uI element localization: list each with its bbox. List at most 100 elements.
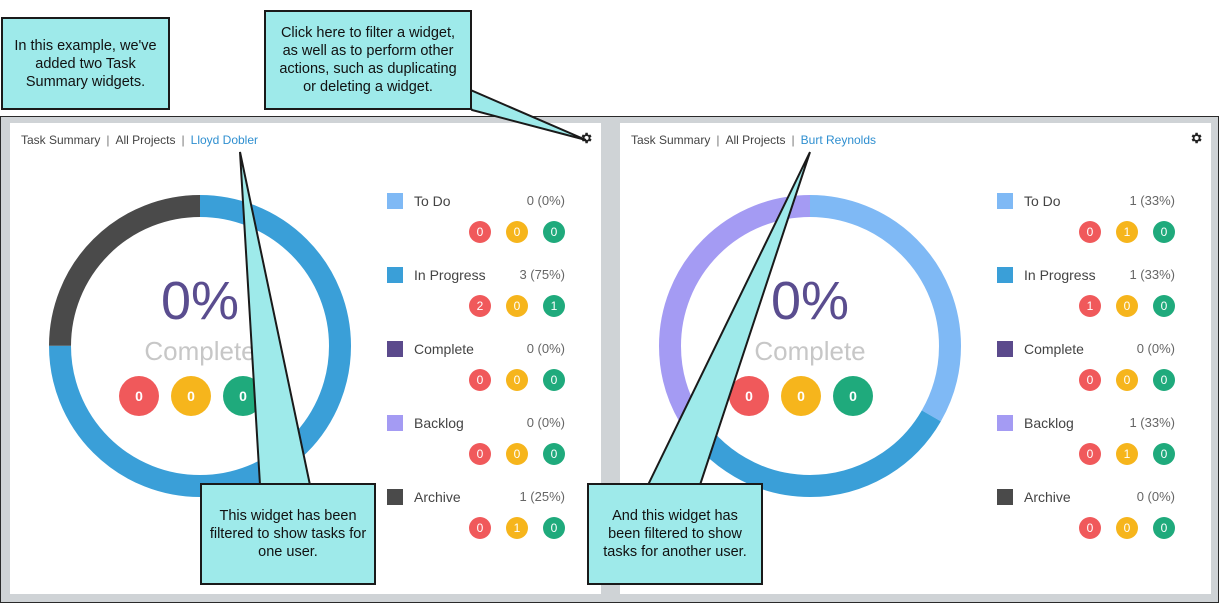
widget-title: Task Summary (21, 133, 101, 147)
gear-callout: Click here to filter a widget, as well a… (264, 10, 472, 110)
overdue-pill: 0 (1079, 369, 1101, 391)
overdue-pill: 0 (1079, 221, 1101, 243)
legend-row: Backlog 0 (0%) 0 0 0 (387, 413, 577, 487)
breadcrumb-separator: | (716, 133, 720, 147)
legend-status-breakdown: 100 (1064, 295, 1175, 317)
overdue-pill: 0 (469, 221, 491, 243)
legend-status-breakdown: 201 (454, 295, 565, 317)
on-track-pill: 0 (1153, 443, 1175, 465)
due-soon-count: 0 (781, 376, 821, 416)
due-soon-pill: 1 (506, 517, 528, 539)
on-track-pill: 0 (1153, 517, 1175, 539)
on-track-pill: 0 (1153, 221, 1175, 243)
legend-status-count: 1 (33%) (1129, 267, 1175, 282)
legend-row: In Progress 3 (75%) 2 0 1 (387, 265, 577, 339)
due-soon-pill: 1 (1116, 221, 1138, 243)
legend-status-breakdown: 000 (454, 443, 565, 465)
complete-percent: 0% (770, 271, 850, 331)
legend-status-name: In Progress (1024, 267, 1096, 283)
legend-row: To Do 1 (33%) 0 1 0 (997, 191, 1187, 265)
due-soon-pill: 0 (1116, 517, 1138, 539)
legend-swatch (387, 193, 403, 209)
breadcrumb-separator: | (791, 133, 795, 147)
legend-swatch (997, 267, 1013, 283)
widget2-callout: And this widget has been filtered to sho… (587, 483, 763, 585)
gear-icon[interactable] (1189, 131, 1203, 145)
legend-swatch (997, 489, 1013, 505)
complete-label: Complete (754, 336, 866, 366)
legend-row: Complete 0 (0%) 0 0 0 (997, 339, 1187, 413)
legend-row: Complete 0 (0%) 0 0 0 (387, 339, 577, 413)
legend-status-breakdown: 000 (1064, 517, 1175, 539)
legend-status-name: Archive (1024, 489, 1071, 505)
on-track-pill: 0 (1153, 369, 1175, 391)
legend-status-breakdown: 010 (1064, 443, 1175, 465)
widget-scope: All Projects (725, 133, 786, 147)
on-track-pill: 0 (543, 517, 565, 539)
complete-percent: 0% (160, 271, 240, 331)
legend-swatch (997, 193, 1013, 209)
intro-callout: In this example, we've added two Task Su… (1, 17, 170, 110)
legend-row: Archive 1 (25%) 0 1 0 (387, 487, 577, 561)
due-soon-count: 0 (171, 376, 211, 416)
legend-status-count: 0 (0%) (526, 341, 565, 356)
due-soon-pill: 1 (1116, 443, 1138, 465)
widget-breadcrumb: Task Summary | All Projects | Lloyd Dobler (21, 133, 258, 147)
legend-row: Backlog 1 (33%) 0 1 0 (997, 413, 1187, 487)
legend-row: To Do 0 (0%) 0 0 0 (387, 191, 577, 265)
legend-status-name: Backlog (414, 415, 464, 431)
legend-status-count: 1 (25%) (519, 489, 565, 504)
legend-swatch (387, 341, 403, 357)
legend-status-breakdown: 010 (1064, 221, 1175, 243)
legend-status-count: 1 (33%) (1129, 193, 1175, 208)
legend-status-name: Backlog (1024, 415, 1074, 431)
widget-user-filter[interactable]: Lloyd Dobler (191, 133, 258, 147)
overdue-pill: 0 (469, 443, 491, 465)
widget-scope: All Projects (115, 133, 176, 147)
legend-swatch (387, 267, 403, 283)
legend-status-name: In Progress (414, 267, 486, 283)
complete-label: Complete (144, 336, 256, 366)
on-track-pill: 0 (543, 221, 565, 243)
status-legend: To Do 0 (0%) 0 0 0 In Progress 3 (75%) 2 0 1 Compl… (387, 191, 577, 561)
legend-status-breakdown: 000 (454, 221, 565, 243)
overdue-count: 0 (729, 376, 769, 416)
on-track-count: 0 (223, 376, 263, 416)
legend-swatch (387, 489, 403, 505)
legend-status-count: 0 (0%) (526, 193, 565, 208)
legend-status-count: 0 (0%) (1136, 489, 1175, 504)
due-soon-pill: 0 (1116, 295, 1138, 317)
widget1-callout: This widget has been filtered to show ta… (200, 483, 376, 585)
due-soon-pill: 0 (1116, 369, 1138, 391)
overdue-count: 0 (119, 376, 159, 416)
on-track-pill: 0 (543, 369, 565, 391)
status-donut-chart: 0% Complete 0 0 0 (650, 186, 970, 506)
legend-status-breakdown: 000 (1064, 369, 1175, 391)
breadcrumb-separator: | (106, 133, 110, 147)
overdue-pill: 0 (1079, 443, 1101, 465)
on-track-pill: 0 (543, 443, 565, 465)
due-soon-pill: 0 (506, 369, 528, 391)
legend-row: In Progress 1 (33%) 1 0 0 (997, 265, 1187, 339)
legend-status-name: Archive (414, 489, 461, 505)
due-soon-pill: 0 (506, 443, 528, 465)
overdue-pill: 0 (469, 369, 491, 391)
on-track-count: 0 (833, 376, 873, 416)
legend-status-name: To Do (1024, 193, 1061, 209)
overdue-pill: 1 (1079, 295, 1101, 317)
legend-status-count: 1 (33%) (1129, 415, 1175, 430)
due-soon-pill: 0 (506, 221, 528, 243)
on-track-pill: 0 (1153, 295, 1175, 317)
legend-swatch (387, 415, 403, 431)
legend-status-count: 0 (0%) (526, 415, 565, 430)
gear-icon[interactable] (579, 131, 593, 145)
legend-status-count: 0 (0%) (1136, 341, 1175, 356)
due-soon-pill: 0 (506, 295, 528, 317)
overdue-pill: 0 (1079, 517, 1101, 539)
widget-breadcrumb: Task Summary | All Projects | Burt Reynolds (631, 133, 876, 147)
widget-user-filter[interactable]: Burt Reynolds (801, 133, 876, 147)
overdue-pill: 0 (469, 517, 491, 539)
legend-status-breakdown: 010 (454, 517, 565, 539)
legend-swatch (997, 415, 1013, 431)
widget-title: Task Summary (631, 133, 711, 147)
